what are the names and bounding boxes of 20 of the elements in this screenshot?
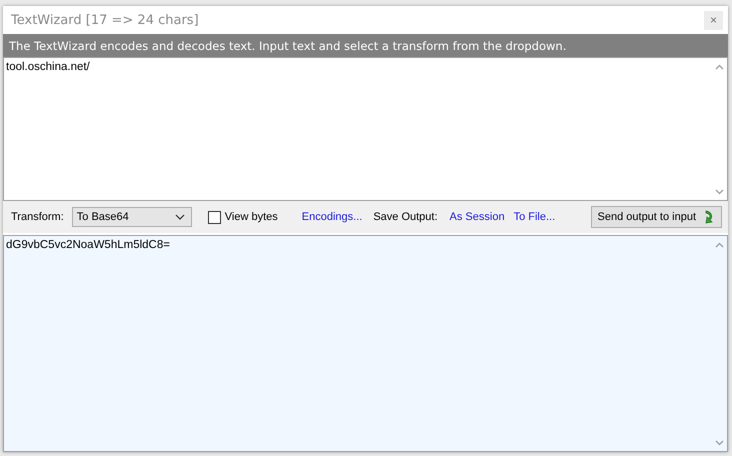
scroll-up-icon[interactable] <box>714 64 724 70</box>
input-field[interactable]: tool.oschina.net/ <box>3 57 728 201</box>
scroll-up-icon[interactable] <box>714 242 724 248</box>
curved-arrow-icon <box>704 210 715 224</box>
view-bytes-checkbox[interactable] <box>208 210 221 224</box>
description-bar: The TextWizard encodes and decodes text. Input text and select a transform from the dropdown. <box>3 34 728 57</box>
transform-dropdown[interactable]: To Base64 <box>72 207 192 227</box>
transform-label: Transform: <box>11 211 64 223</box>
window-title: TextWizard [17 => 24 chars] <box>11 12 199 28</box>
close-button[interactable]: × <box>704 10 723 30</box>
save-output-label: Save Output: <box>373 211 438 223</box>
save-link[interactable]: To File... <box>514 211 556 223</box>
view-bytes-label: View bytes <box>224 211 278 223</box>
save-link[interactable]: As Session <box>450 211 505 223</box>
output-field[interactable]: dG9vbC5vc2NoaW5hLm5ldC8= <box>3 235 728 452</box>
scroll-down-icon[interactable] <box>714 440 724 446</box>
send-output-button[interactable]: Send output to input <box>590 206 722 228</box>
encodings-link[interactable]: Encodings... <box>302 211 362 223</box>
chevron-down-icon <box>174 214 185 220</box>
scroll-down-icon[interactable] <box>714 189 724 195</box>
